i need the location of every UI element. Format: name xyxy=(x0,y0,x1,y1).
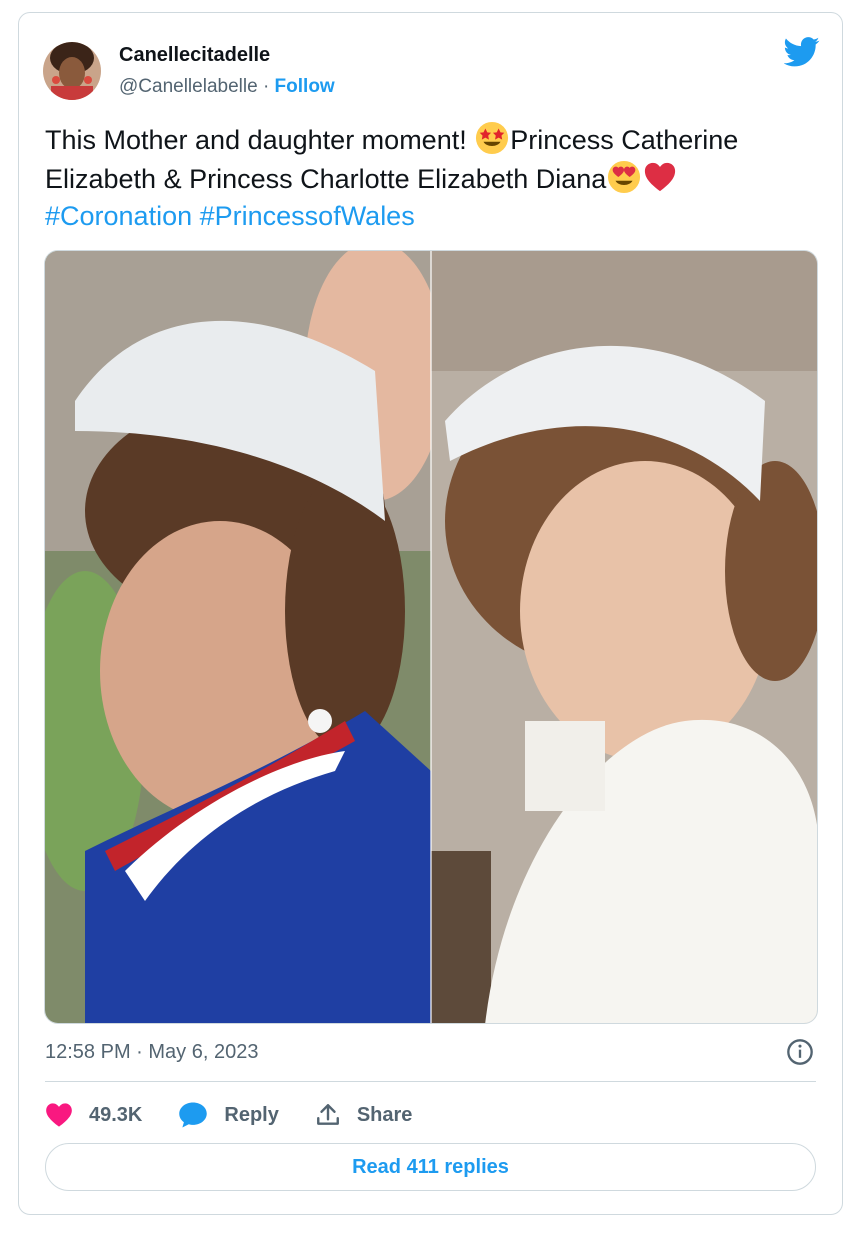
photo-mother[interactable] xyxy=(45,251,445,1024)
action-bar: 49.3K Reply Share xyxy=(45,1095,448,1135)
read-replies-button[interactable]: Read 411 replies xyxy=(45,1143,816,1191)
share-upload-icon xyxy=(316,1104,339,1125)
tweet-text-part1: This Mother and daughter moment! xyxy=(45,125,475,155)
user-handle[interactable]: @Canellelabelle xyxy=(119,76,258,97)
hashtag-princessofwales[interactable]: #PrincessofWales xyxy=(200,201,415,231)
photo-daughter[interactable] xyxy=(431,251,818,1024)
follow-button[interactable]: Follow xyxy=(275,76,335,97)
info-icon[interactable] xyxy=(786,1038,814,1066)
tweet-card: Canellecitadelle @Canellelabelle · Follo… xyxy=(18,12,843,1215)
reply-bubble-icon xyxy=(179,1102,208,1128)
separator: · xyxy=(262,76,270,97)
avatar[interactable] xyxy=(43,42,101,100)
share-button[interactable]: Share xyxy=(315,1102,413,1128)
twitter-bird-icon[interactable] xyxy=(784,37,820,67)
star-struck-emoji-icon xyxy=(476,121,509,155)
share-label: Share xyxy=(356,1103,413,1126)
red-heart-emoji-icon xyxy=(645,162,676,191)
like-button[interactable]: 49.3K xyxy=(45,1102,142,1128)
tweet-media[interactable] xyxy=(44,250,818,1024)
tweet-timestamp[interactable]: 12:58 PM · May 6, 2023 xyxy=(45,1041,258,1064)
heart-icon xyxy=(46,1103,72,1127)
divider xyxy=(45,1081,816,1082)
tweet-text: This Mother and daughter moment! Princes… xyxy=(45,121,825,236)
reply-button[interactable]: Reply xyxy=(178,1101,279,1129)
user-info: Canellecitadelle @Canellelabelle · Follo… xyxy=(119,43,335,99)
display-name[interactable]: Canellecitadelle xyxy=(119,43,335,67)
handle-row: @Canellelabelle · Follow xyxy=(119,75,335,99)
like-count: 49.3K xyxy=(89,1103,143,1126)
reply-label: Reply xyxy=(224,1103,279,1126)
heart-eyes-emoji-icon xyxy=(608,160,641,193)
hashtag-coronation[interactable]: #Coronation xyxy=(45,201,192,231)
